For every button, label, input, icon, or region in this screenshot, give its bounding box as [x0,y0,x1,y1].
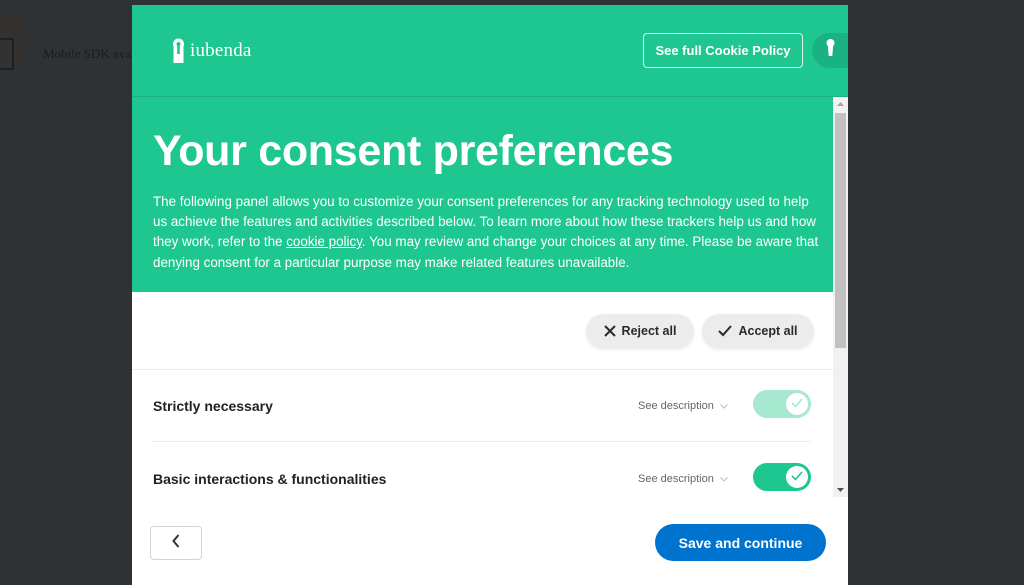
toggle-knob [786,466,808,488]
accept-all-button[interactable]: Accept all [702,314,814,348]
cookie-policy-link[interactable]: cookie policy [286,234,362,249]
see-description-toggle[interactable]: See description [638,400,728,412]
scroll-down-arrow-icon[interactable] [833,483,848,497]
scrollbar-thumb[interactable] [835,113,846,348]
purpose-basic-interactions: Basic interactions & functionalities See… [153,443,811,497]
close-icon [603,325,616,337]
chevron-down-icon [719,476,728,482]
check-icon [791,395,803,413]
page-title: Your consent preferences [153,127,674,175]
chevron-down-icon [719,403,728,409]
intro-section: Your consent preferences The following p… [132,97,833,292]
iubenda-logo: iubenda [172,38,252,64]
toggle-knob [786,393,808,415]
consent-preferences-modal: iubenda See full Cookie Policy Your cons… [132,5,848,585]
iubenda-badge-button[interactable] [812,33,848,68]
logo-text: iubenda [190,40,252,61]
reject-all-button[interactable]: Reject all [586,314,694,348]
bulk-actions: Reject all Accept all [132,292,833,370]
see-description-label: See description [638,400,714,412]
purpose-strictly-necessary: Strictly necessary See description [153,370,811,442]
modal-header: iubenda See full Cookie Policy [132,5,848,97]
back-button[interactable] [150,526,202,560]
accept-all-label: Accept all [738,324,798,338]
scroll-up-arrow-icon[interactable] [833,97,848,111]
basic-interactions-toggle[interactable] [753,463,811,491]
background-item-text: Mobile SDK ava [43,46,132,61]
check-icon [791,468,803,486]
chevron-left-icon [172,533,180,553]
purpose-title: Basic interactions & functionalities [153,471,387,487]
see-description-toggle[interactable]: See description [638,473,728,485]
save-and-continue-button[interactable]: Save and continue [655,524,826,561]
vertical-scrollbar[interactable] [833,97,848,497]
see-description-label: See description [638,473,714,485]
iubenda-keyhole-icon [172,38,185,64]
see-cookie-policy-button[interactable]: See full Cookie Policy [643,33,803,68]
strictly-necessary-toggle[interactable] [753,390,811,418]
mobile-device-icon [0,38,14,70]
preferences-scroll-area[interactable]: Your consent preferences The following p… [132,97,848,497]
check-icon [718,325,733,337]
purpose-title: Strictly necessary [153,398,273,414]
modal-footer: Save and continue [132,497,848,585]
reject-all-label: Reject all [621,324,677,338]
intro-text: The following panel allows you to custom… [153,192,823,273]
keyhole-icon [826,39,835,62]
